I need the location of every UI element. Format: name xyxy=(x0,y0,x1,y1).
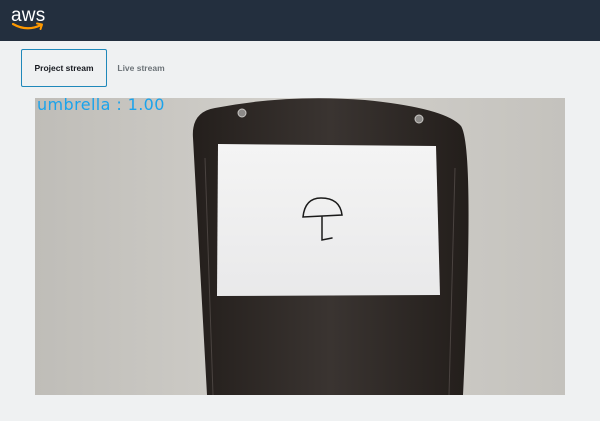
aws-logo[interactable]: aws xyxy=(11,3,51,35)
camera-frame-image xyxy=(35,98,565,395)
stream-tabs: Project stream Live stream xyxy=(0,41,600,97)
aws-smile-icon xyxy=(12,22,43,30)
board-screw-right xyxy=(414,114,424,124)
board-screw-left xyxy=(237,108,247,118)
video-stream-frame: umbrella : 1.00 xyxy=(35,98,565,395)
tab-live-stream[interactable]: Live stream xyxy=(110,49,172,87)
paper-sheet xyxy=(217,144,440,296)
detection-label: umbrella : 1.00 xyxy=(37,98,165,114)
tab-project-stream[interactable]: Project stream xyxy=(21,49,107,87)
top-navigation-bar: aws xyxy=(0,0,600,41)
